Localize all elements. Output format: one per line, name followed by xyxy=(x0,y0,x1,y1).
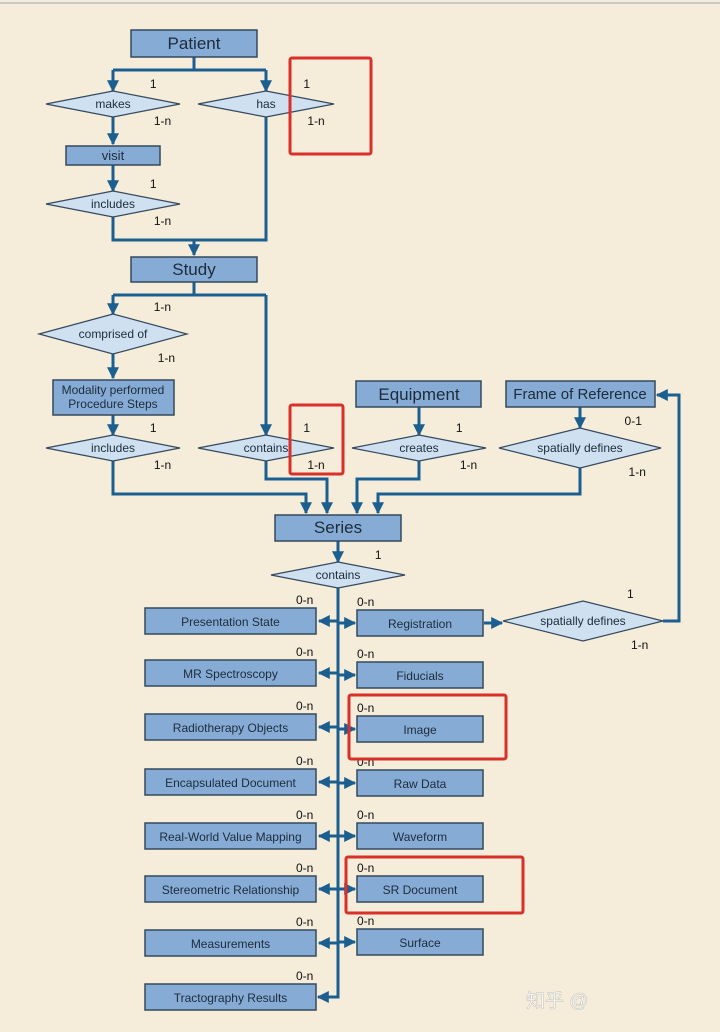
entity-registration[interactable]: Registration 0-n xyxy=(338,595,484,637)
entity-label: Measurements xyxy=(191,937,270,951)
entity-label: Waveform xyxy=(393,830,447,844)
cardinality-top: 1 xyxy=(456,421,463,435)
cardinality-bottom: 1-n xyxy=(154,114,171,128)
cardinality-bottom: 1-n xyxy=(307,114,324,128)
entity-label: Stereometric Relationship xyxy=(162,883,300,897)
cardinality: 0-n xyxy=(296,645,313,659)
entity-label: Real-World Value Mapping xyxy=(159,830,301,844)
relationship-label: makes xyxy=(95,97,130,111)
entity-real-world-value-mapping[interactable]: Real-World Value Mapping 0-n xyxy=(144,808,338,850)
cardinality: 0-n xyxy=(357,701,374,715)
relationship-label: includes xyxy=(91,197,135,211)
entity-modality-performed-procedure-steps[interactable]: Modality performed Procedure Steps xyxy=(52,379,175,416)
cardinality-bottom: 1-n xyxy=(629,465,646,479)
relationship-label: contains xyxy=(316,568,361,582)
cardinality: 0-n xyxy=(296,754,313,768)
cardinality: 0-n xyxy=(357,808,374,822)
entity-label: Raw Data xyxy=(394,777,447,791)
entity-visit[interactable]: visit xyxy=(65,145,161,166)
relationship-label: comprised of xyxy=(79,327,148,341)
entity-label: Radiotherapy Objects xyxy=(173,721,288,735)
entity-label: Patient xyxy=(168,34,221,53)
entity-label: Registration xyxy=(388,617,452,631)
cardinality: 0-n xyxy=(296,861,313,875)
cardinality-top: 0-1 xyxy=(625,414,643,428)
entity-equipment[interactable]: Equipment xyxy=(355,380,482,408)
entity-encapsulated-document[interactable]: Encapsulated Document0-n xyxy=(144,754,338,796)
entity-surface[interactable]: Surface 0-n xyxy=(338,914,484,956)
entity-label: MR Spectroscopy xyxy=(183,667,278,681)
entity-frame-of-reference[interactable]: Frame of Reference xyxy=(505,380,656,408)
cardinality-top: 1-n xyxy=(154,300,171,314)
relationship-label: spatially defines xyxy=(537,441,622,455)
cardinality-bottom: 1-n xyxy=(154,214,171,228)
cardinality-top: 1 xyxy=(150,177,157,191)
relationship-registration-spatially-defines[interactable]: spatially defines1 1-n xyxy=(502,587,664,652)
entity-label: visit xyxy=(102,148,125,163)
entity-label: Study xyxy=(172,260,216,279)
entity-study[interactable]: Study xyxy=(130,256,258,283)
entity-mr-spectroscopy[interactable]: MR Spectroscopy 0-n xyxy=(144,645,338,687)
entity-label: Image xyxy=(403,723,437,737)
cardinality: 0-n xyxy=(357,595,374,609)
cardinality: 0-n xyxy=(296,699,313,713)
entity-image[interactable]: Image 0-n xyxy=(338,701,484,743)
cardinality-top: 1 xyxy=(375,548,382,562)
entity-presentation-state[interactable]: Presentation State 0-n xyxy=(144,593,338,635)
entity-label: Presentation State xyxy=(181,615,280,629)
cardinality-bottom: 1-n xyxy=(307,458,324,472)
entity-raw-data[interactable]: Raw Data 0-n xyxy=(338,755,484,797)
cardinality: 0-n xyxy=(357,755,374,769)
entity-label: Frame of Reference xyxy=(513,386,646,403)
entity-label: SR Document xyxy=(383,883,458,897)
cardinality-bottom: 1-n xyxy=(460,458,477,472)
entity-label: Fiducials xyxy=(396,669,443,683)
entity-series[interactable]: Series xyxy=(274,514,402,542)
entity-fiducials[interactable]: Fiducials 0-n xyxy=(338,647,484,689)
cardinality-top: 1 xyxy=(150,421,157,435)
cardinality: 0-n xyxy=(357,914,374,928)
cardinality-top: 1 xyxy=(303,421,310,435)
relationship-label: contains xyxy=(244,441,289,455)
cardinality: 0-n xyxy=(296,593,313,607)
cardinality: 0-n xyxy=(357,647,374,661)
entity-stereometric-relationship[interactable]: Stereometric Relationship 0-n xyxy=(144,861,338,903)
entity-label: Series xyxy=(314,518,362,537)
entity-label: Encapsulated Document xyxy=(165,776,296,790)
watermark: 知乎 @ xyxy=(526,990,589,1012)
entity-label: Equipment xyxy=(378,385,460,404)
cardinality-bottom: 1-n xyxy=(158,351,175,365)
cardinality: 0-n xyxy=(296,969,313,983)
entity-radiotherapy-objects[interactable]: Radiotherapy Objects 0-n xyxy=(144,699,338,741)
cardinality-top: 1 xyxy=(150,77,157,91)
cardinality-bottom: 1-n xyxy=(631,638,648,652)
entity-label: Procedure Steps xyxy=(68,397,157,411)
cardinality-top: 1 xyxy=(627,587,634,601)
entity-label: Surface xyxy=(399,936,441,950)
entity-tractography-results[interactable]: Tractography Results 0-n xyxy=(144,969,317,1011)
relationship-label: has xyxy=(256,97,275,111)
entity-label: Modality performed xyxy=(62,383,165,397)
cardinality: 0-n xyxy=(296,915,313,929)
relationship-label: spatially defines xyxy=(540,614,625,628)
entity-sr-document[interactable]: SR Document 0-n xyxy=(338,861,484,903)
dicom-information-model-diagram: Patient visit Study Modality performed P… xyxy=(0,2,720,1012)
cardinality: 0-n xyxy=(296,808,313,822)
entity-patient[interactable]: Patient xyxy=(130,29,258,58)
entity-measurements[interactable]: Measurements 0-n xyxy=(144,915,338,957)
cardinality-top: 1 xyxy=(303,77,310,91)
relationship-label: creates xyxy=(399,441,438,455)
entity-waveform[interactable]: Waveform 0-n xyxy=(338,808,484,850)
cardinality-bottom: 1-n xyxy=(154,458,171,472)
cardinality: 0-n xyxy=(357,861,374,875)
entity-label: Tractography Results xyxy=(174,991,288,1005)
relationship-label: includes xyxy=(91,441,135,455)
